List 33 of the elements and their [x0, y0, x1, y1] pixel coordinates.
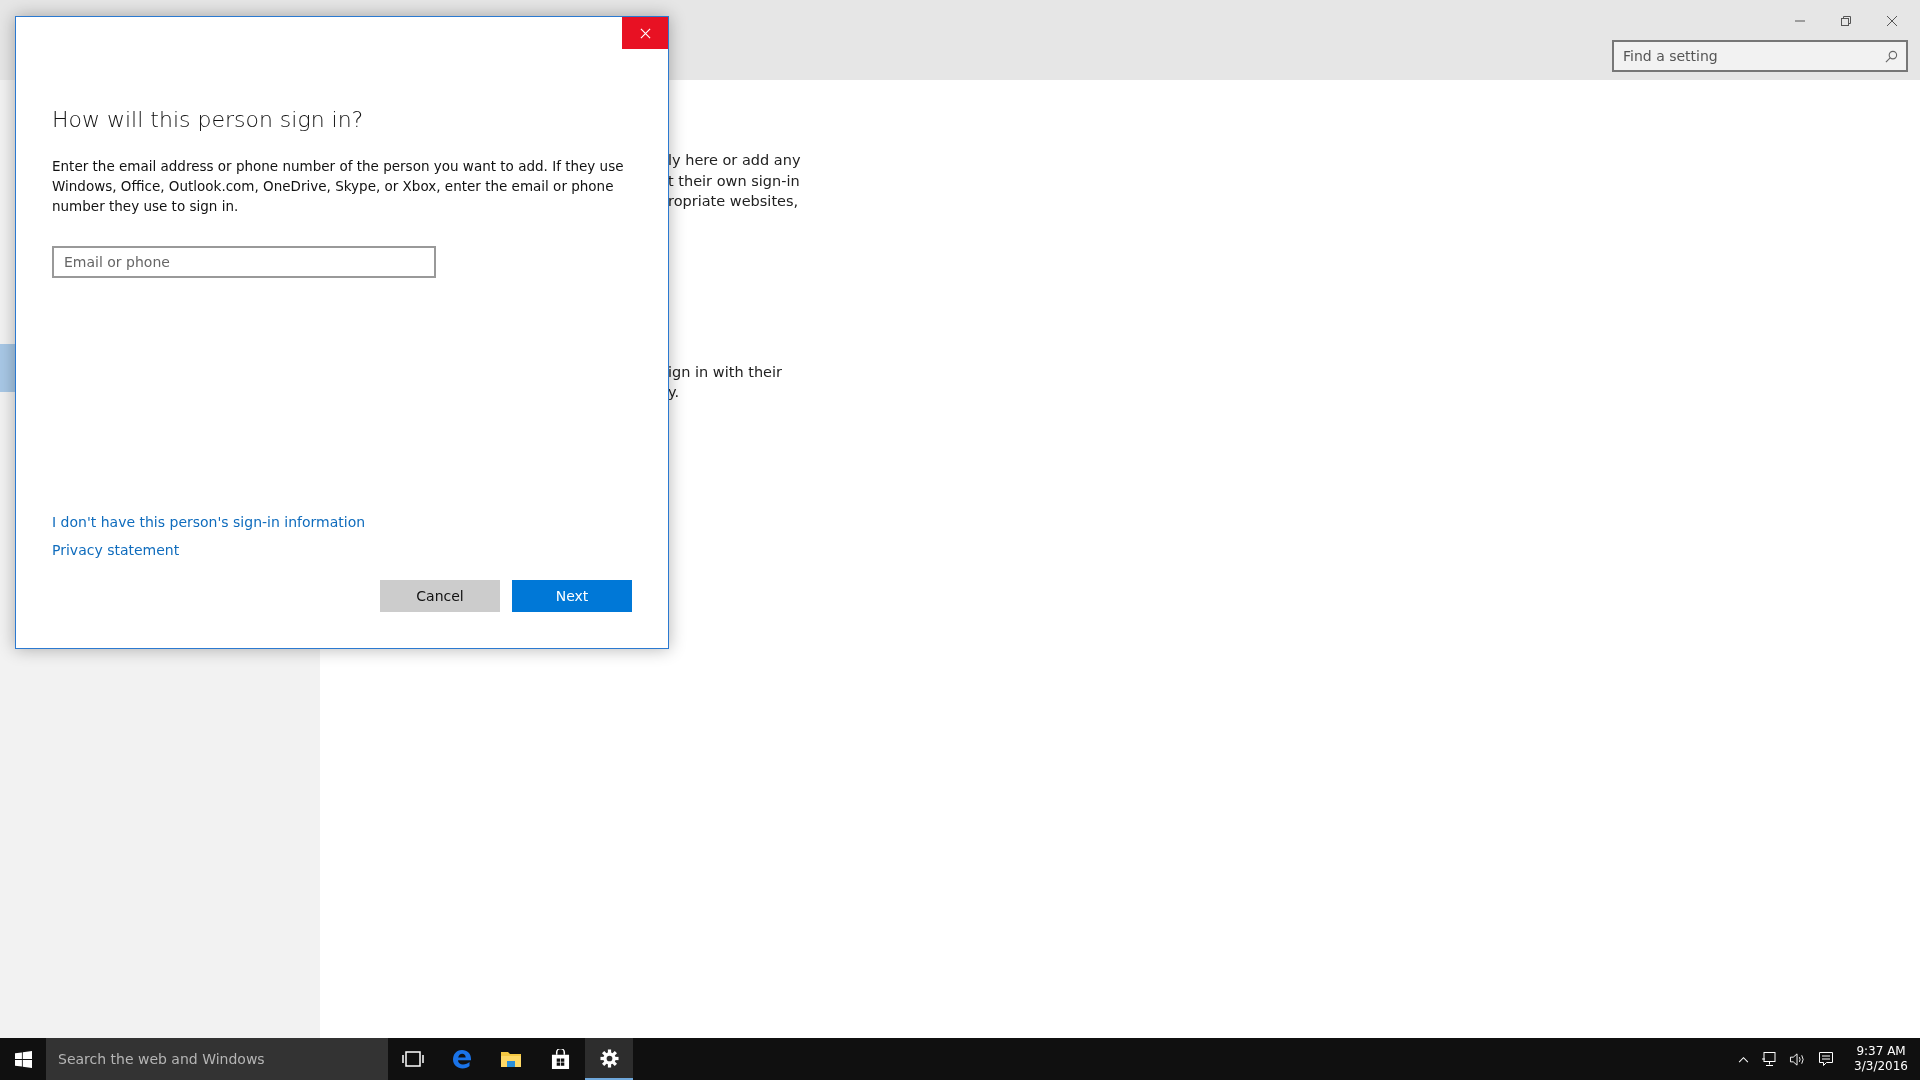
next-button[interactable]: Next — [512, 580, 632, 612]
link[interactable]: I don't have this person's sign-in information — [52, 512, 366, 532]
search-placeholder: Search the web and Windows — [58, 1051, 265, 1067]
text-line: ly here or add any — [668, 151, 802, 170]
close-icon[interactable] — [1886, 15, 1898, 27]
search-icon — [1885, 50, 1898, 63]
close-icon — [639, 27, 651, 39]
clock[interactable]: 9:37 AM 3/3/2016 — [1854, 1044, 1908, 1074]
windows-logo-icon[interactable] — [15, 1050, 32, 1068]
email-field[interactable]: Email or phone — [52, 246, 436, 278]
clock-time: 9:37 AM — [1856, 1044, 1906, 1059]
chevron-up-icon[interactable] — [1738, 1055, 1750, 1063]
restore-icon[interactable] — [1840, 15, 1852, 27]
dialog-title: How will this person sign in? — [52, 107, 365, 132]
speaker-icon[interactable] — [1789, 1051, 1807, 1067]
text-line: y. — [668, 383, 681, 402]
text-line: t their own sign-in — [668, 171, 801, 191]
search-field[interactable]: Find a setting — [1612, 40, 1908, 72]
clock-date: 3/3/2016 — [1854, 1059, 1908, 1074]
folder-icon — [500, 1050, 522, 1068]
cancel-button[interactable]: Cancel — [380, 580, 500, 612]
dialog-description: Enter the email address or phone number of the person you want to add. If they use Windows, Office, Outlook.com, OneDrive, Skype, or Xbox, enter the email or phone number they use to sign in. — [52, 157, 625, 216]
text-line: ign in with their — [668, 362, 784, 382]
edge-browser-icon — [451, 1048, 473, 1070]
taskbar-button[interactable] — [585, 1038, 633, 1080]
gear-icon — [599, 1048, 619, 1068]
notification-icon[interactable] — [1818, 1051, 1835, 1067]
shopping-bag-icon — [550, 1048, 570, 1070]
network-icon[interactable] — [1761, 1051, 1778, 1067]
taskbar-search-field[interactable]: Search the web and Windows — [46, 1038, 388, 1080]
task-view-icon — [402, 1051, 424, 1067]
text-line: ropriate websites, — [668, 192, 800, 211]
link[interactable]: Privacy statement — [52, 540, 180, 560]
